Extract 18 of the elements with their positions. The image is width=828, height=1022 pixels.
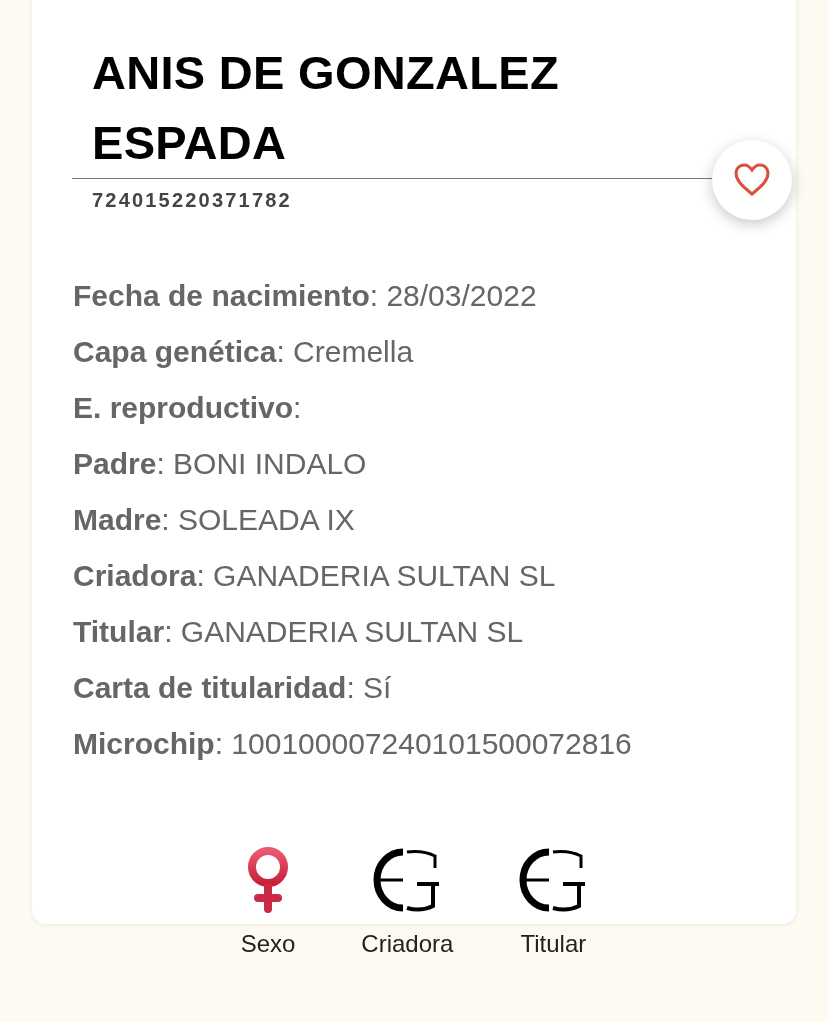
detail-text: Titular: GANADERIA SULTAN SL <box>73 614 525 650</box>
badge-label: Criadora <box>361 930 454 958</box>
favorite-button[interactable] <box>712 140 792 220</box>
detail-text: Madre: SOLEADA IX <box>73 502 356 538</box>
detail-text: Microchip: 100100007240101500072816 <box>73 726 633 762</box>
detail-text: Capa genética: Cremella <box>73 334 415 370</box>
detail-text: Carta de titularidad: Sí <box>73 670 393 706</box>
badge-label: Sexo <box>240 930 296 958</box>
logo-icon <box>373 846 442 914</box>
detail-text: Padre: BONI INDALO <box>73 446 368 482</box>
detail-text: E. reproductivo: <box>73 390 303 426</box>
heart-icon <box>733 163 771 197</box>
detail-text: Criadora: GANADERIA SULTAN SL <box>73 558 557 594</box>
logo-icon <box>519 846 588 914</box>
registration-number: 724015220371782 <box>92 189 292 212</box>
badge-label: Titular <box>520 930 587 958</box>
horse-name: ANIS DE GONZALEZ ESPADA <box>92 45 560 171</box>
detail-text: Fecha de nacimiento: 28/03/2022 <box>73 278 538 314</box>
